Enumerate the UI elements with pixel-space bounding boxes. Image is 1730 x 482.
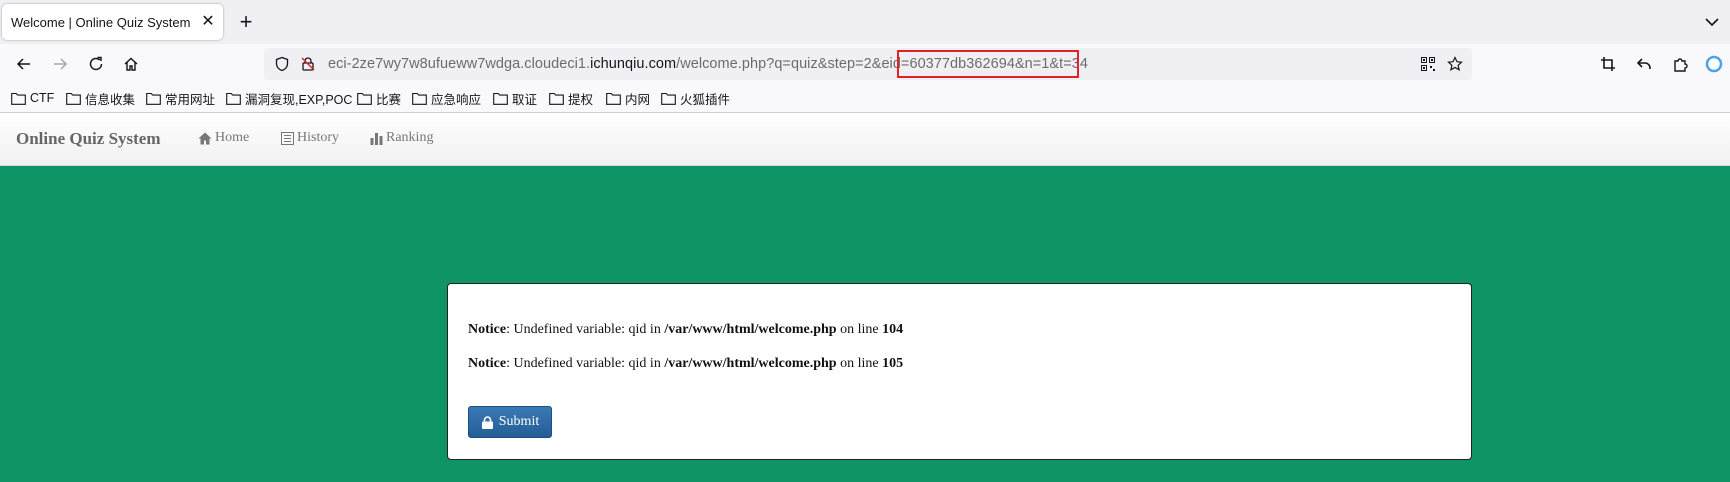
folder-icon	[146, 92, 161, 105]
notice-label: Notice	[468, 322, 507, 337]
bookmark-folder[interactable]: 提权	[549, 89, 593, 107]
notice-message: on line	[836, 356, 883, 371]
address-bar[interactable]: eci-2ze7wy7w8ufueww7wdga.cloudeci1.ichun…	[264, 48, 1472, 80]
site-navbar: Online Quiz System Home History Ranking	[0, 113, 1730, 166]
nav-history-label: History	[297, 130, 339, 145]
folder-icon	[66, 92, 81, 105]
browser-tab[interactable]: Welcome | Online Quiz System ✕	[2, 4, 223, 40]
nav-home-link[interactable]: Home	[198, 130, 249, 146]
back-arrow-icon[interactable]	[12, 52, 36, 76]
bar-chart-icon	[370, 132, 383, 145]
crop-icon[interactable]	[1596, 52, 1620, 76]
bookmark-label: 火狐插件	[680, 92, 731, 107]
bookmark-label: 比赛	[376, 92, 402, 107]
new-tab-button[interactable]: +	[234, 8, 258, 36]
tab-title: Welcome | Online Quiz System	[11, 15, 191, 30]
close-tab-icon[interactable]: ✕	[198, 10, 218, 34]
url-path: /welcome.php?q=quiz&step=2&	[676, 56, 882, 72]
notice-line-number: 104	[882, 322, 904, 337]
extensions-puzzle-icon[interactable]	[1668, 52, 1692, 76]
folder-icon	[606, 92, 621, 105]
url-domain: ichunqiu.com	[590, 56, 677, 72]
forward-arrow-icon[interactable]	[48, 52, 72, 76]
bookmark-label: 内网	[625, 92, 651, 107]
list-icon	[281, 131, 294, 145]
notice-message: : Undefined variable: qid in	[506, 322, 665, 337]
qr-code-icon[interactable]	[1420, 56, 1436, 77]
folder-icon	[226, 92, 241, 105]
notice-file-path: /var/www/html/welcome.php	[664, 322, 837, 337]
bookmark-label: 信息收集	[85, 92, 136, 107]
home-icon	[198, 132, 212, 144]
highlight-box	[897, 50, 1079, 78]
quiz-panel: Notice: Undefined variable: qid in /var/…	[447, 283, 1472, 460]
shield-icon[interactable]	[274, 56, 290, 77]
list-all-tabs-icon[interactable]	[1700, 10, 1724, 34]
bookmark-folder[interactable]: 火狐插件	[661, 89, 730, 107]
bookmark-folder[interactable]: 内网	[606, 89, 650, 107]
bookmark-folder[interactable]: 取证	[493, 89, 537, 107]
bookmark-label: 取证	[512, 92, 538, 107]
notice-line-number: 105	[882, 356, 904, 371]
folder-icon	[661, 92, 676, 105]
site-brand[interactable]: Online Quiz System	[16, 129, 161, 149]
bookmarks-toolbar: CTF 信息收集 常用网址 漏洞复现,EXP,POC 比赛 应急响应 取证 提权 内网 火狐插件	[0, 84, 1730, 112]
browser-chrome: Welcome | Online Quiz System ✕ + eci-2ze…	[0, 0, 1730, 113]
notice-message: : Undefined variable: qid in	[506, 356, 665, 371]
bookmark-folder[interactable]: 常用网址	[146, 89, 215, 107]
notice-message: on line	[836, 322, 883, 337]
folder-icon	[493, 92, 508, 105]
bookmark-label: 漏洞复现,EXP,POC	[245, 92, 353, 107]
bookmark-folder[interactable]: 比赛	[357, 89, 401, 107]
notice-label: Notice	[468, 356, 507, 371]
insecure-lock-icon[interactable]	[300, 56, 316, 77]
account-avatar-icon[interactable]	[1702, 52, 1726, 76]
navigation-toolbar: eci-2ze7wy7w8ufueww7wdga.cloudeci1.ichun…	[0, 44, 1730, 84]
lock-icon	[481, 415, 493, 429]
folder-icon	[549, 92, 564, 105]
url-subdomain: eci-2ze7wy7w8ufueww7wdga.cloudeci1.	[328, 56, 591, 72]
bookmark-label: 常用网址	[165, 92, 216, 107]
nav-ranking-link[interactable]: Ranking	[370, 130, 433, 146]
reload-icon[interactable]	[84, 52, 108, 76]
bookmark-label: 提权	[568, 92, 594, 107]
bookmark-folder[interactable]: CTF	[11, 89, 54, 107]
bookmark-folder[interactable]: 漏洞复现,EXP,POC	[226, 89, 352, 107]
folder-icon	[412, 92, 427, 105]
submit-label: Submit	[498, 414, 540, 429]
home-icon[interactable]	[119, 52, 143, 76]
php-notice: Notice: Undefined variable: qid in /var/…	[468, 356, 903, 372]
folder-icon	[357, 92, 372, 105]
bookmark-folder[interactable]: 应急响应	[412, 89, 481, 107]
tab-strip: Welcome | Online Quiz System ✕ +	[0, 0, 1730, 44]
notice-file-path: /var/www/html/welcome.php	[664, 356, 837, 371]
nav-ranking-label: Ranking	[386, 130, 434, 145]
submit-button[interactable]: Submit	[468, 406, 552, 438]
php-notice: Notice: Undefined variable: qid in /var/…	[468, 322, 903, 338]
bookmark-label: 应急响应	[431, 92, 482, 107]
folder-icon	[11, 92, 26, 105]
bookmark-label: CTF	[30, 91, 55, 105]
nav-history-link[interactable]: History	[281, 130, 339, 146]
bookmark-star-icon[interactable]	[1447, 56, 1463, 77]
bookmark-folder[interactable]: 信息收集	[66, 89, 135, 107]
undo-icon[interactable]	[1632, 52, 1656, 76]
nav-home-label: Home	[215, 130, 250, 145]
